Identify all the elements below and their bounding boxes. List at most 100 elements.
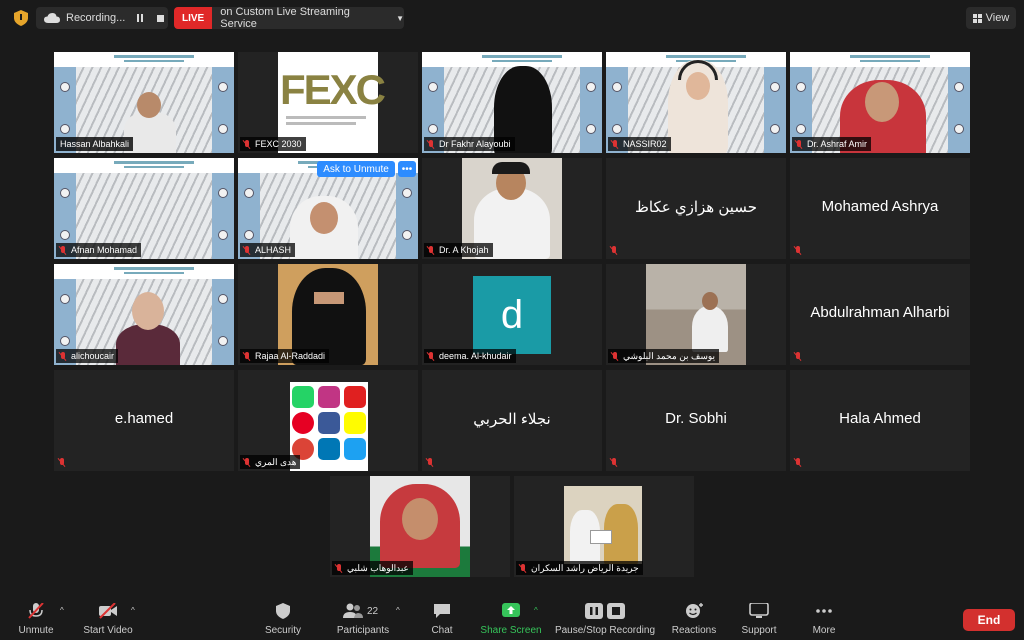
participant-label: جريدة الرياض راشد السكران [516,561,643,575]
video-tile-hassan[interactable]: Hassan Albahkali [54,52,234,153]
muted-mic-icon [611,351,619,361]
video-tile-ashraf[interactable]: Dr. Ashraf Amir [790,52,970,153]
video-tile-fakhr[interactable]: Dr Fakhr Alayoubi [422,52,602,153]
participant-display-name: Dr. Sobhi [665,410,727,427]
video-tile-sobhi[interactable]: Dr. Sobhi [606,370,786,471]
video-options-caret[interactable]: ^ [131,606,135,615]
video-tile-huda[interactable]: هدى المري [238,370,418,471]
muted-mic-icon [427,245,435,255]
muted-mic-icon [243,139,251,149]
recording-indicator: Recording... [36,7,168,29]
participant-label: Dr. A Khojah [424,243,493,257]
video-tile-abdulwahab[interactable]: عبدالوهاب شلبي [330,476,510,577]
more-label: More [812,625,836,636]
participant-label: alichoucair [56,349,119,363]
video-tile-rajaa[interactable]: Rajaa Al-Raddadi [238,264,418,365]
security-button[interactable]: Security [260,598,306,640]
participant-display-name: Hala Ahmed [839,410,921,427]
video-tile-nassir[interactable]: NASSIR02 [606,52,786,153]
participant-name: Afnan Mohamad [71,245,138,255]
video-tile-khojah[interactable]: Dr. A Khojah [422,158,602,259]
unmute-button[interactable]: Unmute [14,598,58,640]
share-screen-button[interactable]: Share Screen [480,598,542,640]
unmute-label: Unmute [18,625,54,636]
participant-label: Afnan Mohamad [56,243,142,257]
muted-mic-icon [426,458,434,467]
video-tile-hala[interactable]: Hala Ahmed [790,370,970,471]
reactions-button[interactable]: Reactions [670,598,718,640]
muted-mic-icon [794,458,802,467]
muted-mic-icon [243,351,251,361]
more-button[interactable]: More [806,598,842,640]
encryption-shield-icon[interactable] [14,10,28,26]
stop-icon [607,603,625,619]
muted-mic-icon [795,139,803,149]
audio-options-caret[interactable]: ^ [60,606,64,615]
participants-button[interactable]: 22 Participants [330,598,396,640]
video-tile-abdulrahman[interactable]: Abdulrahman Alharbi [790,264,970,365]
participant-display-name: حسين هزازي عكاظ [635,199,757,216]
stop-recording-icon[interactable] [157,14,165,22]
share-options-caret[interactable]: ^ [534,606,538,615]
share-screen-icon [502,603,520,617]
participants-options-caret[interactable]: ^ [396,606,400,615]
monitor-icon [749,603,769,618]
video-tile-ehamed[interactable]: e.hamed [54,370,234,471]
participant-name: deema. Al-khudair [439,351,512,361]
pause-icon [585,603,603,619]
participant-name: Rajaa Al-Raddadi [255,351,326,361]
participant-name: NASSIR02 [623,139,667,149]
recording-label: Recording... [66,12,126,24]
meeting-controls-toolbar: Unmute ^ Start Video ^ Security 22 Parti… [0,598,1024,640]
video-tile-yousef[interactable]: يوسف بن محمد البلوشي [606,264,786,365]
participant-label: Rajaa Al-Raddadi [240,349,330,363]
smiley-plus-icon [686,603,703,618]
video-tile-najla[interactable]: نجلاء الحربي [422,370,602,471]
view-button[interactable]: View [966,7,1016,29]
muted-mic-icon [59,351,67,361]
muted-mic-icon [243,245,251,255]
video-camera-off-icon [99,603,117,619]
participant-name: هدى المري [255,456,297,467]
live-stream-dropdown[interactable]: LIVE on Custom Live Streaming Service ▼ [174,6,404,30]
participant-label: عبدالوهاب شلبي [332,561,413,575]
chat-button[interactable]: Chat [424,598,460,640]
participant-name: Dr. A Khojah [439,245,489,255]
video-tile-fexc[interactable]: FEXC FEXC 2030 [238,52,418,153]
support-button[interactable]: Support [737,598,781,640]
participant-label: Dr Fakhr Alayoubi [424,137,515,151]
pause-recording-icon[interactable] [137,14,144,22]
chat-bubble-icon [434,604,450,618]
participant-display-name: نجلاء الحربي [473,411,551,428]
participant-display-name: Mohamed Ashrya [821,198,939,215]
end-meeting-button[interactable]: End [963,609,1015,631]
more-dots-icon [816,609,832,613]
participant-label: هدى المري [240,455,301,469]
participant-display-name: e.hamed [114,410,174,427]
pause-stop-recording-button[interactable]: Pause/Stop Recording [553,598,657,640]
video-tile-mohamed[interactable]: Mohamed Ashrya [790,158,970,259]
live-target-label: on Custom Live Streaming Service [220,6,350,30]
tile-more-options-button[interactable]: ••• [398,161,416,177]
muted-mic-icon [243,457,251,467]
muted-mic-icon [610,458,618,467]
start-video-button[interactable]: Start Video [80,598,136,640]
muted-mic-icon [794,352,802,361]
video-tile-riyadh[interactable]: جريدة الرياض راشد السكران [514,476,694,577]
participant-name: ALHASH [255,245,292,255]
video-tile-afnan[interactable]: Afnan Mohamad [54,158,234,259]
reactions-label: Reactions [671,625,717,636]
pause-stop-label: Pause/Stop Recording [554,625,656,636]
participant-name: Hassan Albahkali [60,139,130,149]
video-tile-hussein[interactable]: حسين هزازي عكاظ [606,158,786,259]
video-tile-deema[interactable]: d deema. Al-khudair [422,264,602,365]
participant-label: يوسف بن محمد البلوشي [608,349,720,363]
muted-mic-icon [794,246,802,255]
top-bar: Recording... LIVE on Custom Live Streami… [0,0,1024,36]
microphone-muted-icon [28,603,44,619]
muted-mic-icon [59,245,67,255]
video-tile-alichoucair[interactable]: alichoucair [54,264,234,365]
muted-mic-icon [519,563,527,573]
start-video-label: Start Video [83,625,133,636]
ask-to-unmute-button[interactable]: Ask to Unmute [317,161,395,177]
